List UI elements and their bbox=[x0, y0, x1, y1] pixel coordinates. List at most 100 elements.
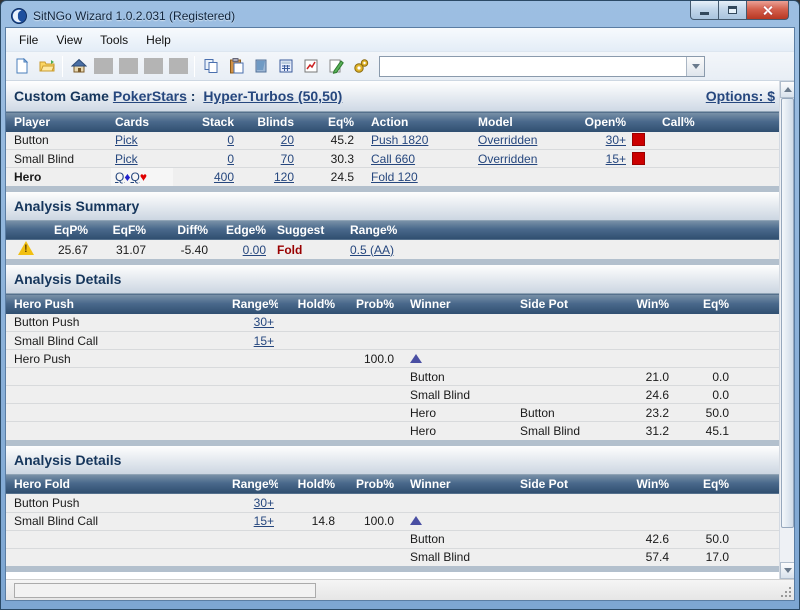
prob-value: 100.0 bbox=[339, 512, 398, 531]
action-link[interactable]: Push 1820 bbox=[371, 133, 428, 147]
close-button[interactable] bbox=[747, 1, 789, 20]
collapse-marker-icon[interactable] bbox=[410, 516, 422, 525]
win-value: 21.0 bbox=[623, 367, 673, 386]
model-link[interactable]: Overridden bbox=[478, 152, 537, 166]
col-win: Win% bbox=[623, 293, 673, 314]
col-range: Range% bbox=[342, 219, 452, 240]
pick-cards-link[interactable]: Pick bbox=[115, 152, 138, 166]
table-row: Button 42.6 50.0 bbox=[6, 530, 783, 549]
toolbar bbox=[6, 52, 794, 81]
eq-value: 45.1 bbox=[673, 421, 733, 440]
col-range: Range% bbox=[228, 293, 278, 314]
eq-value: 0.0 bbox=[673, 385, 733, 404]
maximize-button[interactable] bbox=[719, 1, 747, 20]
stack-link[interactable]: 0 bbox=[227, 133, 234, 147]
options-link[interactable]: Options: $ bbox=[706, 88, 775, 104]
preview-button[interactable] bbox=[248, 54, 273, 79]
range-link[interactable]: 15+ bbox=[254, 514, 274, 528]
detail-name: Button Push bbox=[6, 313, 228, 332]
table-row: Button Push 30+ bbox=[6, 494, 783, 513]
warning-icon[interactable] bbox=[18, 241, 35, 256]
col-label: Hero Fold bbox=[6, 473, 228, 494]
menu-file[interactable]: File bbox=[10, 30, 47, 50]
menu-help[interactable]: Help bbox=[137, 30, 180, 50]
settings-button[interactable] bbox=[348, 54, 373, 79]
table-row: Button Pick 0 20 45.2 Push 1820 Overridd… bbox=[6, 131, 783, 150]
copy-icon bbox=[204, 59, 217, 73]
scroll-up-button[interactable] bbox=[780, 81, 794, 98]
blinds-link[interactable]: 20 bbox=[281, 133, 294, 147]
range-link[interactable]: 15+ bbox=[254, 334, 274, 348]
open-range-link[interactable]: 30+ bbox=[606, 133, 626, 147]
winner-value: Hero bbox=[398, 421, 513, 440]
scroll-down-button[interactable] bbox=[780, 562, 794, 579]
col-player: Player bbox=[6, 111, 111, 132]
table-row: Button 21.0 0.0 bbox=[6, 367, 783, 386]
menu-view[interactable]: View bbox=[47, 30, 91, 50]
blinds-link[interactable]: 70 bbox=[281, 152, 294, 166]
site-link[interactable]: PokerStars bbox=[113, 88, 187, 104]
hero-card2-link[interactable]: Q bbox=[130, 170, 139, 184]
col-open: Open% bbox=[580, 111, 630, 132]
stack-link[interactable]: 0 bbox=[227, 152, 234, 166]
toolbar-combobox[interactable] bbox=[379, 55, 705, 77]
home-button[interactable] bbox=[66, 54, 91, 79]
table-row: Button Push 30+ bbox=[6, 313, 783, 332]
maximize-icon bbox=[728, 6, 737, 14]
col-diff: Diff% bbox=[150, 219, 212, 240]
game-structure-link[interactable]: Hyper-Turbos (50,50) bbox=[203, 88, 342, 104]
open-range-link[interactable]: 15+ bbox=[606, 152, 626, 166]
scroll-thumb[interactable] bbox=[781, 98, 794, 528]
edit-button[interactable] bbox=[323, 54, 348, 79]
range-link[interactable]: 30+ bbox=[254, 315, 274, 329]
table-row: Small Blind Pick 0 70 30.3 Call 660 Over… bbox=[6, 149, 783, 168]
table-row: Hero Button 23.2 50.0 bbox=[6, 403, 783, 422]
stack-link[interactable]: 400 bbox=[214, 170, 234, 184]
summary-table: EqP% EqF% Diff% Edge% Suggest Range% 25.… bbox=[6, 219, 783, 259]
win-value: 23.2 bbox=[623, 403, 673, 422]
open-button[interactable] bbox=[34, 54, 59, 79]
collapse-marker-icon[interactable] bbox=[410, 353, 422, 363]
vertical-scrollbar[interactable] bbox=[779, 81, 794, 579]
action-link[interactable]: Call 660 bbox=[371, 152, 415, 166]
menu-tools[interactable]: Tools bbox=[91, 30, 137, 50]
settings-gear-icon bbox=[353, 59, 368, 73]
game-header: Custom Game PokerStars : Hyper-Turbos (50… bbox=[6, 81, 783, 111]
model-link[interactable]: Overridden bbox=[478, 133, 537, 147]
resize-grip[interactable] bbox=[779, 585, 791, 597]
range-link[interactable]: 0.5 (AA) bbox=[350, 243, 394, 257]
chart-button[interactable] bbox=[298, 54, 323, 79]
eq-value: 50.0 bbox=[673, 403, 733, 422]
win-value: 31.2 bbox=[623, 421, 673, 440]
table-header-row: Hero Push Range% Hold% Prob% Winner Side… bbox=[6, 293, 783, 314]
win-value: 42.6 bbox=[623, 530, 673, 549]
game-header-prefix: Custom Game bbox=[14, 88, 109, 104]
col-hold: Hold% bbox=[278, 473, 339, 494]
combobox-dropdown-button[interactable] bbox=[686, 56, 704, 76]
range-link[interactable]: 30+ bbox=[254, 496, 274, 510]
open-folder-icon bbox=[39, 60, 55, 72]
eq-value: 17.0 bbox=[673, 548, 733, 566]
edge-link[interactable]: 0.00 bbox=[243, 243, 266, 257]
minimize-button[interactable] bbox=[690, 1, 719, 20]
disabled-button-2 bbox=[116, 54, 141, 79]
detail-name: Button Push bbox=[6, 494, 228, 513]
new-document-button[interactable] bbox=[9, 54, 34, 79]
blinds-link[interactable]: 120 bbox=[274, 170, 294, 184]
pick-cards-link[interactable]: Pick bbox=[115, 133, 138, 147]
preview-icon bbox=[255, 59, 266, 73]
col-win: Win% bbox=[623, 473, 673, 494]
chevron-down-icon bbox=[783, 568, 792, 573]
hero-card1-link[interactable]: Q bbox=[115, 170, 124, 184]
action-link[interactable]: Fold 120 bbox=[371, 170, 418, 184]
table-row: Small Blind Call 15+ 14.8 100.0 bbox=[6, 512, 783, 531]
eqf-value: 31.07 bbox=[92, 240, 150, 259]
col-eqp: EqP% bbox=[42, 219, 92, 240]
calculator-button[interactable] bbox=[273, 54, 298, 79]
eq-value: 0.0 bbox=[673, 367, 733, 386]
paste-button[interactable] bbox=[223, 54, 248, 79]
range-swatch[interactable] bbox=[632, 133, 645, 147]
range-swatch[interactable] bbox=[632, 151, 645, 165]
toolbar-separator bbox=[194, 55, 195, 77]
copy-button[interactable] bbox=[198, 54, 223, 79]
